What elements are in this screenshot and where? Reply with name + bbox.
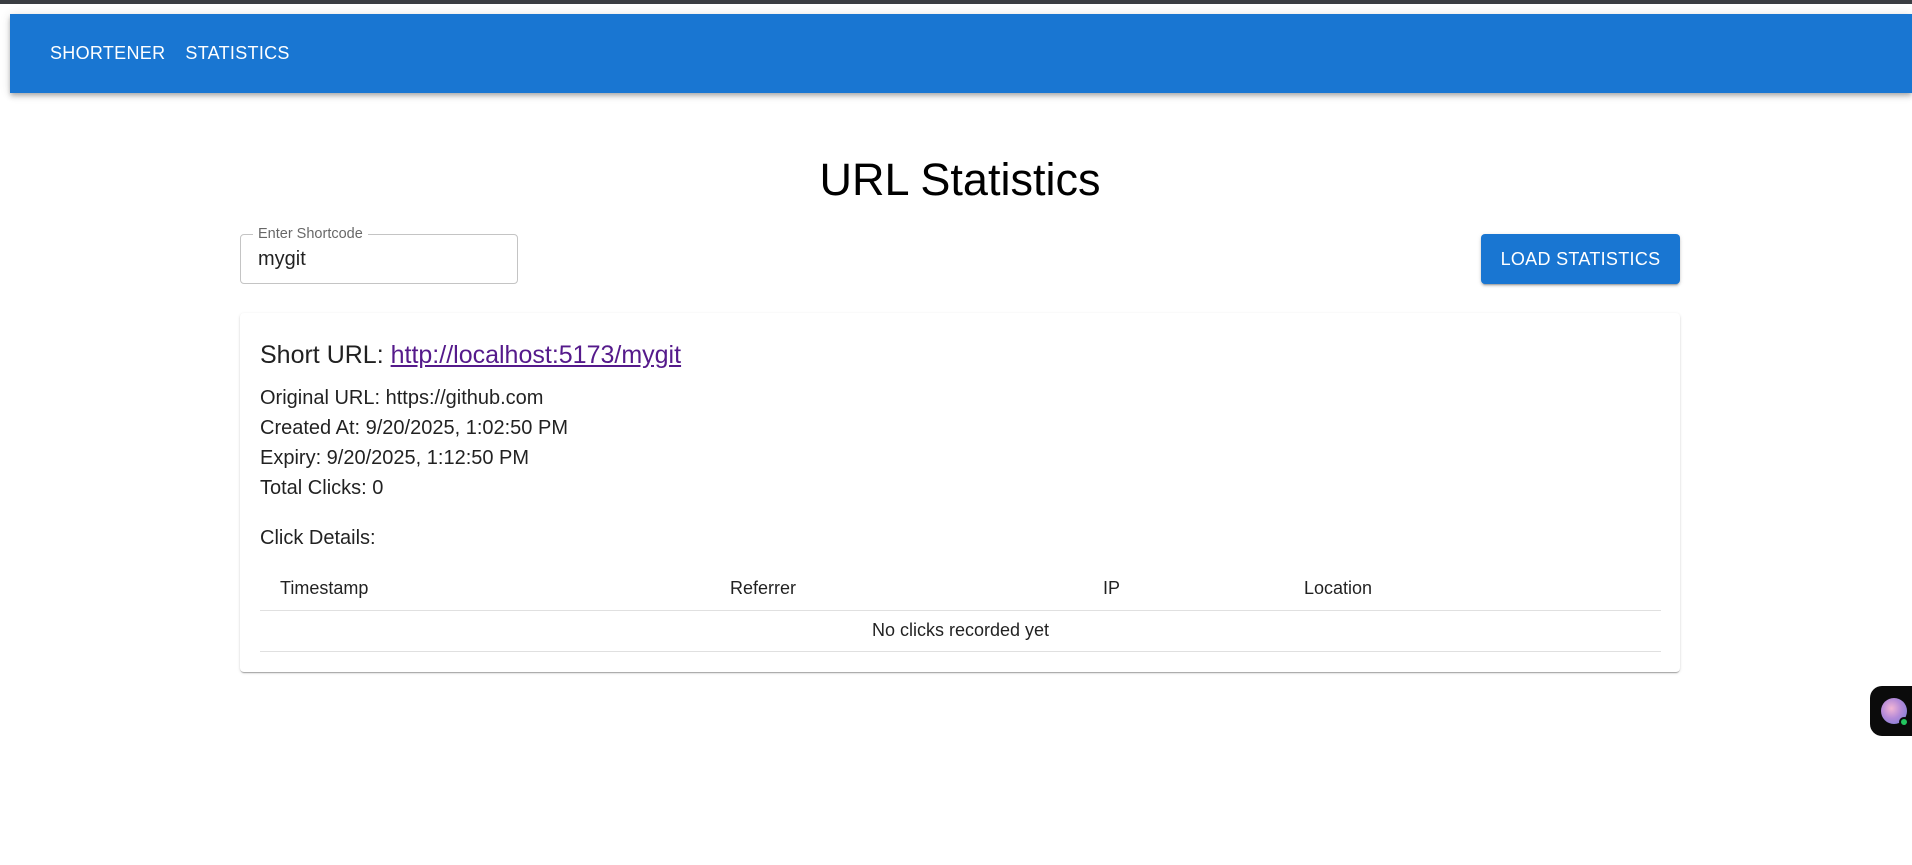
expiry-text: Expiry: 9/20/2025, 1:12:50 PM (260, 447, 530, 469)
created-at-text: Created At: 9/20/2025, 1:02:50 PM (260, 417, 568, 439)
nav-statistics-button[interactable]: STATISTICS (185, 37, 289, 70)
empty-table-message: No clicks recorded yet (260, 610, 1661, 652)
original-url-text: Original URL: https://github.com (260, 387, 544, 409)
nav-shortener-button[interactable]: SHORTENER (50, 37, 165, 70)
shortcode-label: Enter Shortcode (253, 226, 368, 242)
online-status-dot (1899, 717, 1909, 727)
short-url-link[interactable]: http://localhost:5173/mygit (391, 341, 681, 369)
table-header-row: Timestamp Referrer IP Location (260, 567, 1661, 611)
page-title: URL Statistics (819, 154, 1101, 205)
table-row: No clicks recorded yet (260, 610, 1661, 652)
column-header-referrer: Referrer (710, 567, 1083, 611)
column-header-ip: IP (1083, 567, 1284, 611)
total-clicks-text: Total Clicks: 0 (260, 477, 384, 499)
load-statistics-button[interactable]: LOAD STATISTICS (1481, 234, 1680, 284)
short-url-label: Short URL: (260, 341, 391, 369)
browser-top-strip (0, 0, 1912, 4)
chat-assistant-button[interactable] (1870, 686, 1912, 736)
click-details-heading: Click Details: (260, 527, 376, 549)
column-header-location: Location (1284, 567, 1661, 611)
short-url-row: Short URL: http://localhost:5173/mygit (260, 339, 681, 371)
stats-card: Short URL: http://localhost:5173/mygit O… (240, 313, 1680, 672)
app-bar: SHORTENER STATISTICS (10, 14, 1912, 93)
column-header-timestamp: Timestamp (260, 567, 710, 611)
shortcode-field[interactable]: Enter Shortcode (240, 226, 518, 284)
click-details-table: Timestamp Referrer IP Location No clicks… (260, 567, 1661, 652)
shortcode-input[interactable] (258, 246, 508, 272)
